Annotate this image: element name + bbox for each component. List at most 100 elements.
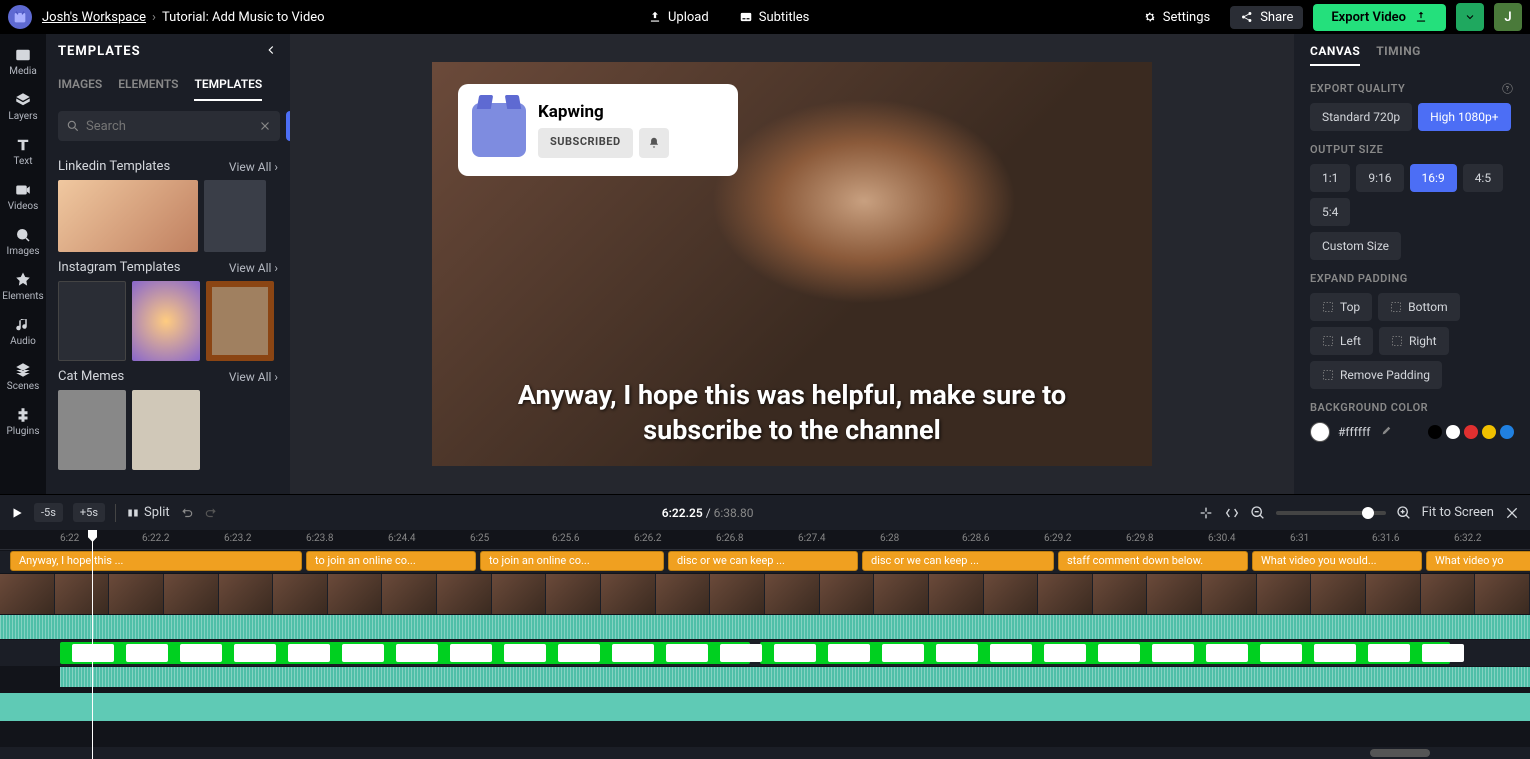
zoom-in[interactable] <box>1396 505 1412 521</box>
template-thumb[interactable] <box>58 281 126 361</box>
subtitle-clip[interactable]: to join an online co... <box>306 551 476 571</box>
subtitle-clip[interactable]: What video yo <box>1426 551 1530 571</box>
audio-track-1[interactable] <box>0 615 1530 639</box>
pad-bottom[interactable]: Bottom <box>1378 293 1459 321</box>
split-button[interactable]: Split <box>126 505 170 520</box>
template-thumb[interactable] <box>206 281 274 361</box>
timeline-ruler[interactable]: 6:226:22.26:23.26:23.86:24.46:256:25.66:… <box>0 530 1530 550</box>
ratio-9-16[interactable]: 9:16 <box>1356 164 1403 192</box>
upload-button[interactable]: Upload <box>638 6 719 29</box>
zoom-out[interactable] <box>1250 505 1266 521</box>
overlay-item[interactable] <box>288 644 330 662</box>
palette-blue[interactable] <box>1500 425 1514 439</box>
tab-elements[interactable]: ELEMENTS <box>118 69 178 101</box>
audio-track-3[interactable] <box>0 693 1530 721</box>
subtitle-clip[interactable]: staff comment down below. <box>1058 551 1248 571</box>
ratio-5-4[interactable]: 5:4 <box>1310 198 1350 226</box>
quality-high[interactable]: High 1080p+ <box>1418 103 1510 131</box>
back-5s[interactable]: -5s <box>34 503 63 522</box>
palette-white[interactable] <box>1446 425 1460 439</box>
app-logo[interactable] <box>8 5 32 29</box>
overlay-item[interactable] <box>450 644 492 662</box>
playhead[interactable] <box>92 530 93 759</box>
overlay-item[interactable] <box>774 644 816 662</box>
palette-yellow[interactable] <box>1482 425 1496 439</box>
settings-button[interactable]: Settings <box>1133 6 1220 29</box>
pad-top[interactable]: Top <box>1310 293 1372 321</box>
subtitle-clip[interactable]: What video you would... <box>1252 551 1422 571</box>
overlay-item[interactable] <box>72 644 114 662</box>
help-icon[interactable]: ? <box>1501 82 1514 95</box>
overlay-item[interactable] <box>612 644 654 662</box>
video-track[interactable] <box>0 574 1530 614</box>
export-dropdown[interactable] <box>1456 3 1484 31</box>
pad-left[interactable]: Left <box>1310 327 1373 355</box>
overlay-item[interactable] <box>558 644 600 662</box>
overlay-item[interactable] <box>1206 644 1248 662</box>
audio-track-2[interactable] <box>60 667 1530 687</box>
tab-templates[interactable]: TEMPLATES <box>194 69 262 101</box>
rail-layers[interactable]: Layers <box>0 85 46 128</box>
zoom-slider[interactable] <box>1276 511 1386 515</box>
template-thumb[interactable] <box>58 180 198 252</box>
rail-audio[interactable]: Audio <box>0 310 46 353</box>
timeline[interactable]: 6:226:22.26:23.26:23.86:24.46:256:25.66:… <box>0 530 1530 759</box>
clear-icon[interactable] <box>258 119 272 133</box>
undo-button[interactable] <box>180 506 194 520</box>
export-button[interactable]: Export Video <box>1313 4 1446 31</box>
video-preview[interactable]: Kapwing SUBSCRIBED Anyway, I hope this w… <box>432 62 1152 466</box>
rail-text[interactable]: Text <box>0 130 46 173</box>
search-input[interactable] <box>86 111 252 141</box>
user-avatar[interactable]: J <box>1494 3 1522 31</box>
rail-media[interactable]: Media <box>0 40 46 83</box>
close-timeline[interactable] <box>1504 505 1520 521</box>
overlay-item[interactable] <box>1314 644 1356 662</box>
snap-button[interactable] <box>1198 505 1214 521</box>
overlay-item[interactable] <box>1044 644 1086 662</box>
ratio-4-5[interactable]: 4:5 <box>1463 164 1503 192</box>
viewall-cat[interactable]: View All › <box>229 370 278 384</box>
rail-elements[interactable]: Elements <box>0 265 46 308</box>
overlay-item[interactable] <box>990 644 1032 662</box>
collapse-panel-button[interactable] <box>264 42 278 61</box>
share-button[interactable]: Share <box>1230 6 1303 29</box>
overlay-item[interactable] <box>936 644 978 662</box>
custom-size-button[interactable]: Custom Size <box>1310 232 1401 260</box>
template-thumb[interactable] <box>132 281 200 361</box>
ratio-16-9[interactable]: 16:9 <box>1410 164 1457 192</box>
overlay-item[interactable] <box>1260 644 1302 662</box>
palette-red[interactable] <box>1464 425 1478 439</box>
overlay-item[interactable] <box>234 644 276 662</box>
rail-images[interactable]: Images <box>0 220 46 263</box>
subtitle-clip[interactable]: disc or we can keep ... <box>668 551 858 571</box>
overlay-item[interactable] <box>828 644 870 662</box>
template-thumb[interactable] <box>132 390 200 470</box>
rail-plugins[interactable]: Plugins <box>0 400 46 443</box>
fit-to-screen[interactable]: Fit to Screen <box>1422 505 1494 520</box>
overlay-item[interactable] <box>1152 644 1194 662</box>
viewall-instagram[interactable]: View All › <box>229 261 278 275</box>
palette-black[interactable] <box>1428 425 1442 439</box>
overlay-item[interactable] <box>126 644 168 662</box>
overlay-track[interactable] <box>0 640 1530 666</box>
overlay-item[interactable] <box>1422 644 1464 662</box>
subtitles-button[interactable]: Subtitles <box>729 6 820 29</box>
workspace-link[interactable]: Josh's Workspace <box>42 10 146 25</box>
rail-scenes[interactable]: Scenes <box>0 355 46 398</box>
subtitles-track[interactable]: Anyway, I hope this ...to join an online… <box>0 551 1530 573</box>
remove-padding[interactable]: Remove Padding <box>1310 361 1442 389</box>
tab-canvas[interactable]: CANVAS <box>1310 44 1360 66</box>
rail-videos[interactable]: Videos <box>0 175 46 218</box>
template-thumb[interactable] <box>204 180 266 252</box>
timeline-scrollbar[interactable] <box>0 747 1530 759</box>
overlay-item[interactable] <box>504 644 546 662</box>
ratio-1-1[interactable]: 1:1 <box>1310 164 1350 192</box>
redo-button[interactable] <box>204 506 218 520</box>
viewall-linkedin[interactable]: View All › <box>229 160 278 174</box>
pad-right[interactable]: Right <box>1379 327 1449 355</box>
timeline-mode-button[interactable] <box>1224 505 1240 521</box>
bg-color-swatch[interactable] <box>1310 422 1330 442</box>
overlay-item[interactable] <box>396 644 438 662</box>
tab-images[interactable]: IMAGES <box>58 69 102 101</box>
eyedropper-icon[interactable] <box>1378 425 1392 439</box>
